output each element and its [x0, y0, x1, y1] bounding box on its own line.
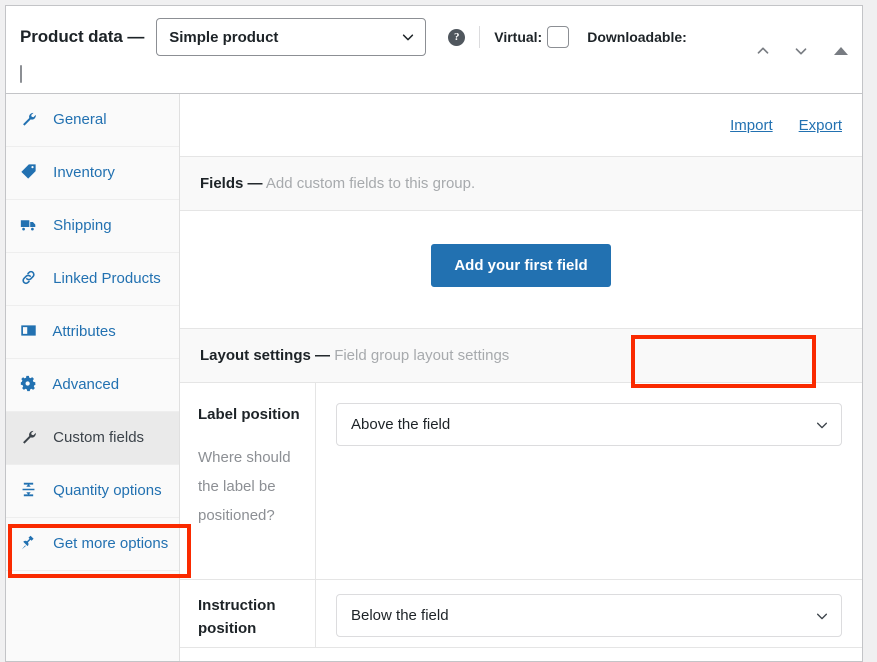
- downloadable-checkbox[interactable]: [20, 65, 22, 83]
- panel-body: General Inventory Shipping Linked Produc…: [6, 94, 862, 661]
- panel-header-row: Product data — Simple product ? Virtual:…: [20, 18, 848, 83]
- product-data-panel: Product data — Simple product ? Virtual:…: [5, 5, 863, 662]
- sidebar-item-label: Custom fields: [53, 429, 145, 446]
- sidebar-item-label: Inventory: [53, 164, 115, 181]
- page-title: Product data —: [20, 27, 145, 46]
- virtual-checkbox-group: Virtual:: [494, 26, 570, 48]
- help-icon[interactable]: ?: [448, 28, 466, 46]
- chevron-down-icon: [401, 30, 415, 44]
- move-down-icon[interactable]: [790, 40, 812, 62]
- panel-header: Product data — Simple product ? Virtual:…: [6, 6, 862, 94]
- fields-toolbar: Import Export: [180, 94, 862, 157]
- sidebar-item-get-more-options[interactable]: Get more options: [6, 518, 179, 571]
- chevron-down-icon: [815, 418, 829, 432]
- link-icon: [20, 269, 42, 286]
- sidebar-item-label: Get more options: [53, 535, 169, 552]
- truck-icon: [20, 216, 42, 233]
- panel-toggle-icon[interactable]: [834, 47, 848, 55]
- add-first-field-button[interactable]: Add your first field: [431, 244, 611, 287]
- gear-icon: [20, 375, 42, 392]
- downloadable-label: Downloadable:: [587, 29, 687, 45]
- chevron-down-icon: [815, 609, 829, 623]
- label-position-field-cell: Above the field: [316, 383, 862, 579]
- setting-row-label-position: Label position Where should the label be…: [180, 383, 862, 580]
- sidebar-item-advanced[interactable]: Advanced: [6, 359, 179, 412]
- product-type-value: Simple product: [169, 28, 279, 46]
- layout-section-heading: Layout settings — Field group layout set…: [180, 329, 862, 383]
- instruction-position-label: Instruction position: [198, 597, 276, 637]
- move-up-icon[interactable]: [752, 40, 774, 62]
- sidebar-item-linked-products[interactable]: Linked Products: [6, 253, 179, 306]
- header-divider: [479, 26, 481, 48]
- fields-empty-state: Add your first field: [180, 211, 862, 329]
- instruction-position-label-cell: Instruction position: [180, 580, 316, 647]
- fields-heading-title: Fields —: [200, 175, 263, 192]
- label-position-description: Where should the label be positioned?: [198, 449, 291, 524]
- sidebar-item-quantity-options[interactable]: Quantity options: [6, 465, 179, 518]
- instruction-position-value: Below the field: [351, 607, 449, 624]
- custom-fields-content: Import Export Fields — Add custom fields…: [180, 94, 862, 661]
- import-link[interactable]: Import: [730, 117, 773, 134]
- sidebar-item-label: Shipping: [53, 217, 112, 234]
- sidebar-item-custom-fields[interactable]: Custom fields: [6, 412, 179, 465]
- sidebar-item-shipping[interactable]: Shipping: [6, 200, 179, 253]
- label-position-label-cell: Label position Where should the label be…: [180, 383, 316, 579]
- instruction-position-field-cell: Below the field: [316, 580, 862, 647]
- sidebar-item-label: Advanced: [52, 376, 120, 393]
- fields-section-heading: Fields — Add custom fields to this group…: [180, 157, 862, 211]
- label-position-select[interactable]: Above the field: [336, 403, 842, 446]
- label-position-label: Label position: [198, 406, 300, 423]
- product-data-tabs: General Inventory Shipping Linked Produc…: [6, 94, 191, 661]
- virtual-label: Virtual:: [494, 29, 543, 45]
- export-link[interactable]: Export: [799, 117, 842, 134]
- panel-order-handles: [752, 40, 848, 62]
- layout-heading-title: Layout settings —: [200, 347, 331, 364]
- sidebar-item-general[interactable]: General: [6, 94, 179, 147]
- wrench-icon: [20, 428, 42, 445]
- sidebar-item-label: Quantity options: [53, 482, 162, 499]
- layout-heading-subtitle: Field group layout settings: [334, 347, 510, 364]
- list-card-icon: [20, 322, 42, 339]
- plugin-icon: [20, 534, 42, 551]
- virtual-checkbox[interactable]: [547, 26, 570, 48]
- sidebar-item-label: General: [53, 111, 107, 128]
- instruction-position-select[interactable]: Below the field: [336, 594, 842, 637]
- sidebar-item-label: Attributes: [52, 323, 116, 340]
- archive-icon: [20, 163, 42, 180]
- downloadable-checkbox-wrap: [20, 65, 718, 83]
- setting-row-instruction-position: Instruction position Below the field: [180, 580, 862, 648]
- downloadable-checkbox-group: Downloadable:: [587, 29, 692, 45]
- product-type-select[interactable]: Simple product: [156, 18, 427, 56]
- quantity-icon: [20, 481, 42, 498]
- wrench-icon: [20, 110, 42, 127]
- fields-heading-subtitle: Add custom fields to this group.: [265, 175, 476, 192]
- sidebar-item-label: Linked Products: [53, 270, 161, 287]
- sidebar-item-attributes[interactable]: Attributes: [6, 306, 179, 359]
- sidebar-item-inventory[interactable]: Inventory: [6, 147, 179, 200]
- label-position-value: Above the field: [351, 416, 451, 433]
